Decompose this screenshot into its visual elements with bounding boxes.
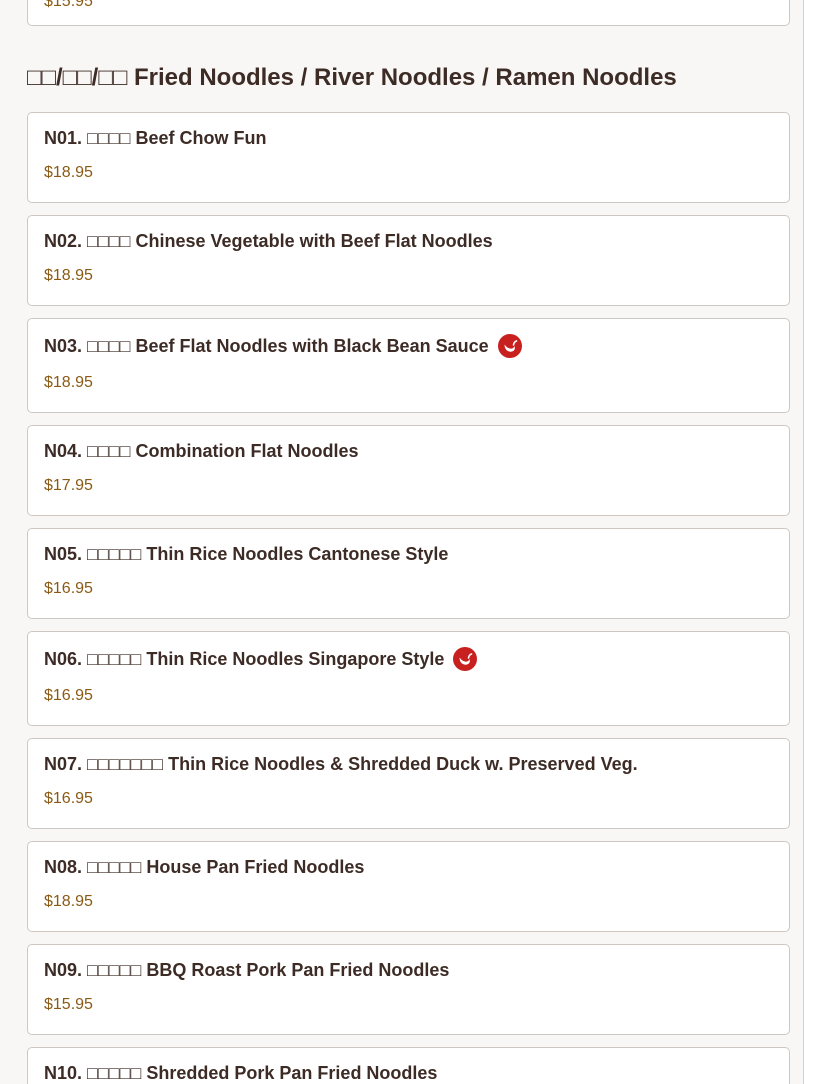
menu-item-name-text: N01. □□□□ Beef Chow Fun xyxy=(44,128,267,148)
menu-item-name: N09. □□□□□ BBQ Roast Pork Pan Fried Nood… xyxy=(44,960,449,981)
menu-item-price: $18.95 xyxy=(44,374,93,391)
menu-item-name-text: N03. □□□□ Beef Flat Noodles with Black B… xyxy=(44,335,489,356)
menu-item-name: N05. □□□□□ Thin Rice Noodles Cantonese S… xyxy=(44,544,448,565)
menu-item-price: $16.95 xyxy=(44,687,93,704)
menu-item-price: $18.95 xyxy=(44,267,93,284)
menu-item-card[interactable]: N07. □□□□□□□ Thin Rice Noodles & Shredde… xyxy=(27,738,790,829)
menu-item-name-text: N05. □□□□□ Thin Rice Noodles Cantonese S… xyxy=(44,544,449,564)
menu-item-name: N03. □□□□ Beef Flat Noodles with Black B… xyxy=(44,334,522,358)
menu-item-name: N08. □□□□□ House Pan Fried Noodles xyxy=(44,857,364,878)
menu-item-card[interactable]: N03. □□□□ Beef Flat Noodles with Black B… xyxy=(27,318,790,413)
menu-item-name: N10. □□□□□ Shredded Pork Pan Fried Noodl… xyxy=(44,1063,437,1084)
menu-item-card[interactable]: N05. □□□□□ Thin Rice Noodles Cantonese S… xyxy=(27,528,790,619)
spicy-pepper-icon xyxy=(497,334,522,358)
menu-page: $15.95 □□/□□/□□ Fried Noodles / River No… xyxy=(0,0,804,1084)
menu-item-name-text: N06. □□□□□ Thin Rice Noodles Singapore S… xyxy=(44,648,445,669)
menu-item-name-text: N07. □□□□□□□ Thin Rice Noodles & Shredde… xyxy=(44,754,638,774)
menu-item-name: N02. □□□□ Chinese Vegetable with Beef Fl… xyxy=(44,231,493,252)
menu-item-price: $17.95 xyxy=(44,477,93,494)
menu-item-card[interactable]: N02. □□□□ Chinese Vegetable with Beef Fl… xyxy=(27,215,790,306)
menu-item-price: $16.95 xyxy=(44,580,93,597)
menu-item-name-text: N02. □□□□ Chinese Vegetable with Beef Fl… xyxy=(44,231,493,251)
menu-item-name: N06. □□□□□ Thin Rice Noodles Singapore S… xyxy=(44,647,478,671)
spicy-pepper-icon xyxy=(453,647,478,671)
menu-item-card[interactable]: N08. □□□□□ House Pan Fried Noodles $18.9… xyxy=(27,841,790,932)
menu-item-price: $16.95 xyxy=(44,790,93,807)
menu-item-name-text: N08. □□□□□ House Pan Fried Noodles xyxy=(44,857,365,877)
menu-item-name-text: N10. □□□□□ Shredded Pork Pan Fried Noodl… xyxy=(44,1063,438,1083)
menu-item-card[interactable]: N04. □□□□ Combination Flat Noodles $17.9… xyxy=(27,425,790,516)
menu-item-name: N01. □□□□ Beef Chow Fun xyxy=(44,128,267,149)
menu-item-name: N04. □□□□ Combination Flat Noodles xyxy=(44,441,359,462)
menu-item-card[interactable]: N10. □□□□□ Shredded Pork Pan Fried Noodl… xyxy=(27,1047,790,1084)
menu-item-card[interactable]: N06. □□□□□ Thin Rice Noodles Singapore S… xyxy=(27,631,790,726)
menu-item-price: $18.95 xyxy=(44,893,93,910)
menu-item-name-text: N09. □□□□□ BBQ Roast Pork Pan Fried Nood… xyxy=(44,960,450,980)
menu-item-price: $15.95 xyxy=(44,0,93,10)
menu-item-card-previous[interactable]: $15.95 xyxy=(27,0,790,26)
menu-item-price: $15.95 xyxy=(44,996,93,1013)
menu-item-card[interactable]: N01. □□□□ Beef Chow Fun $18.95 xyxy=(27,112,790,203)
menu-item-name: N07. □□□□□□□ Thin Rice Noodles & Shredde… xyxy=(44,754,638,775)
menu-item-card[interactable]: N09. □□□□□ BBQ Roast Pork Pan Fried Nood… xyxy=(27,944,790,1035)
section-title: □□/□□/□□ Fried Noodles / River Noodles /… xyxy=(27,64,677,91)
menu-item-name-text: N04. □□□□ Combination Flat Noodles xyxy=(44,441,359,461)
menu-item-price: $18.95 xyxy=(44,164,93,181)
